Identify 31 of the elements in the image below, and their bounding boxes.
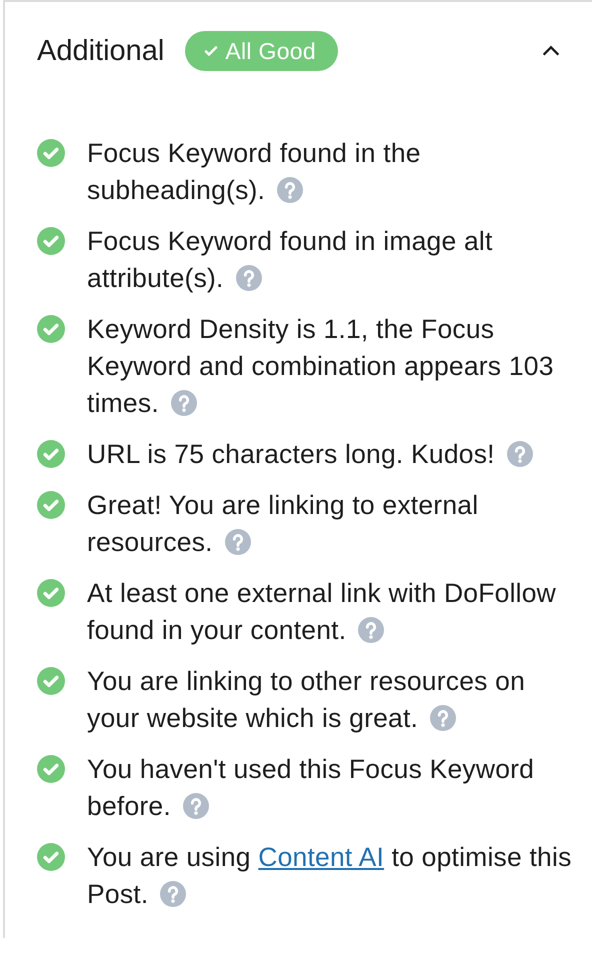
- check-icon: [37, 579, 65, 607]
- help-icon[interactable]: [506, 441, 533, 467]
- check-icon: [37, 755, 65, 783]
- check-text: Great! You are linking to external resources.: [87, 489, 480, 559]
- check-icon: [37, 667, 65, 695]
- check-icon: [37, 315, 65, 343]
- check-icon: [37, 491, 65, 519]
- help-icon[interactable]: [358, 617, 384, 643]
- help-icon[interactable]: [160, 881, 186, 907]
- check-text: You are using Content AI to optimise this Post.: [87, 841, 572, 911]
- check-text: URL is 75 characters long. Kudos!: [87, 436, 533, 473]
- help-icon[interactable]: [236, 265, 262, 291]
- checkmark-icon: [203, 43, 220, 59]
- check-text: Focus Keyword found in image alt attribute(s).: [87, 225, 494, 295]
- check-text: You are linking to other resources on your website which is great.: [87, 665, 526, 735]
- status-badge: All Good: [185, 31, 338, 71]
- check-icon: [37, 139, 65, 167]
- check-text: At least one external link with DoFollow found in your content.: [87, 577, 558, 647]
- content-ai-link[interactable]: Content AI: [258, 842, 384, 872]
- help-icon[interactable]: [430, 705, 456, 731]
- check-icon: [37, 227, 65, 255]
- help-icon[interactable]: [170, 390, 197, 416]
- help-icon[interactable]: [224, 529, 251, 555]
- help-icon[interactable]: [182, 793, 209, 819]
- section-title: Additional: [37, 34, 164, 68]
- check-text: You haven't used this Focus Keyword before.: [87, 753, 536, 823]
- check-text: Focus Keyword found in the subheading(s).: [87, 137, 422, 207]
- check-icon: [37, 843, 65, 871]
- check-icon: [37, 440, 65, 468]
- help-icon[interactable]: [277, 177, 304, 203]
- check-text: Keyword Density is 1.1, the Focus Keyword and combination appears 103 times.: [87, 313, 555, 420]
